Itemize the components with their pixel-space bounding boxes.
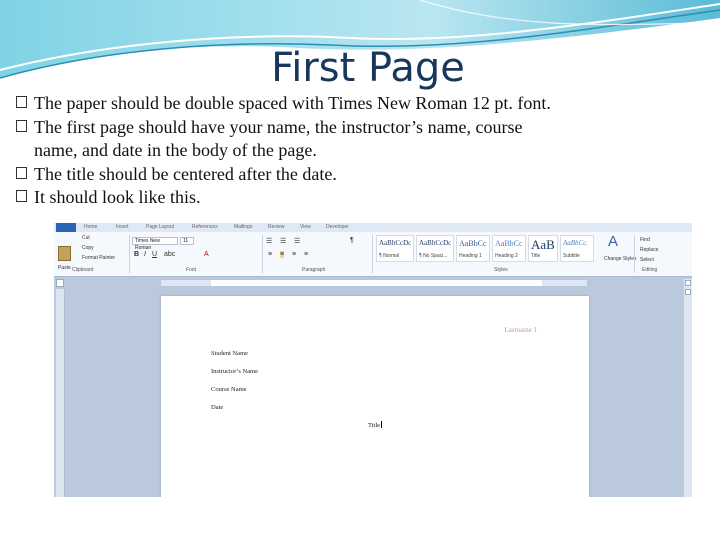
title-text: Title <box>368 422 381 429</box>
style-title[interactable]: AaB Title <box>528 235 558 262</box>
style-preview: AaBbCc. <box>563 239 589 247</box>
checkbox-bullet-icon <box>16 166 27 179</box>
bold-icon[interactable]: B <box>134 251 139 258</box>
clipboard-group-label: Clipboard <box>72 267 94 273</box>
bullet-text: The title should be centered after the d… <box>34 163 337 184</box>
group-divider <box>262 235 263 273</box>
bullets-icon[interactable]: ☰ <box>266 237 272 245</box>
style-name: ¶ Normal <box>379 253 400 259</box>
group-divider <box>634 235 635 273</box>
style-name: ¶ No Spaci... <box>419 253 448 259</box>
style-name: Heading 1 <box>459 253 482 259</box>
style-preview: AaBbCcDc <box>379 239 412 247</box>
select-button[interactable]: Select <box>640 257 654 263</box>
italic-icon[interactable]: I <box>144 251 146 258</box>
title-line: Title <box>368 421 383 429</box>
strikethrough-icon[interactable]: abc <box>164 251 175 258</box>
tab-page-layout[interactable]: Page Layout <box>146 224 174 230</box>
styles-group-label: Styles <box>494 267 508 273</box>
find-button[interactable]: Find <box>640 237 650 243</box>
date-line: Date <box>211 404 224 411</box>
style-heading-1[interactable]: AaBbCc Heading 1 <box>456 235 490 262</box>
style-name: Heading 2 <box>495 253 518 259</box>
paste-icon[interactable] <box>58 246 71 261</box>
font-name-box[interactable]: Times New Roman <box>132 237 178 251</box>
bullet-text: It should look like this. <box>34 187 201 207</box>
bullet-list: The paper should be double spaced with T… <box>16 92 706 210</box>
scroll-up-arrow-icon[interactable] <box>685 280 691 286</box>
bullet-item: The paper should be double spaced with T… <box>16 92 706 116</box>
ruler-margin-right <box>542 280 587 286</box>
checkbox-bullet-icon <box>16 96 27 108</box>
text-cursor <box>381 421 383 428</box>
group-divider <box>372 235 373 273</box>
instructor-name-line: Instructor’s Name <box>211 368 258 375</box>
change-styles-button[interactable]: Change Styles <box>604 256 637 262</box>
replace-button[interactable]: Replace <box>640 247 658 253</box>
tab-references[interactable]: References <box>192 224 218 230</box>
ribbon: Paste Cut Copy Format Painter Clipboard … <box>54 232 692 277</box>
align-left-icon[interactable]: ≡ <box>268 251 272 258</box>
ribbon-tab-bar: Home Insert Page Layout References Maili… <box>54 223 692 232</box>
tab-mailings[interactable]: Mailings <box>234 224 252 230</box>
tab-home[interactable]: Home <box>84 224 97 230</box>
style-subtitle[interactable]: AaBbCc. Subtitle <box>560 235 594 262</box>
student-name-line: Student Name <box>211 350 249 357</box>
vertical-ruler[interactable] <box>56 289 65 497</box>
checkbox-bullet-icon <box>16 119 27 132</box>
style-preview: AaBbCc <box>459 239 487 248</box>
paragraph-group-label: Paragraph <box>302 267 326 273</box>
underline-icon[interactable]: U <box>152 251 157 258</box>
align-right-icon[interactable]: ≡ <box>292 251 296 258</box>
numbering-icon[interactable]: ☰ <box>280 237 286 245</box>
bullet-item: The first page should have your name, th… <box>16 116 706 163</box>
tab-view[interactable]: View <box>300 224 311 230</box>
bullet-text: The paper should be double spaced with T… <box>34 93 551 113</box>
bullet-item: It should look like this. <box>16 186 706 210</box>
font-color-icon[interactable]: A <box>204 251 209 258</box>
file-tab[interactable] <box>56 223 76 232</box>
paste-button[interactable]: Paste <box>58 265 71 271</box>
checkbox-bullet-icon <box>16 190 27 202</box>
bullet-text-continued: name, and date in the body of the page. <box>34 140 317 160</box>
word-screenshot: Home Insert Page Layout References Maili… <box>54 223 692 497</box>
tab-review[interactable]: Review <box>268 224 284 230</box>
vertical-scrollbar[interactable] <box>684 279 692 497</box>
copy-button[interactable]: Copy <box>82 245 94 251</box>
pilcrow-icon[interactable]: ¶ <box>350 237 354 244</box>
course-name-line: Course Name <box>211 386 247 393</box>
style-heading-2[interactable]: AaBbCc Heading 2 <box>492 235 526 262</box>
format-painter-button[interactable]: Format Painter <box>82 255 115 261</box>
tab-insert[interactable]: Insert <box>116 224 129 230</box>
font-size-box[interactable]: 11 <box>180 237 194 245</box>
font-group-label: Font <box>186 267 197 273</box>
group-divider <box>129 235 130 273</box>
ruler-margin-left <box>161 280 211 286</box>
horizontal-ruler[interactable] <box>160 279 588 287</box>
cut-button[interactable]: Cut <box>82 235 90 241</box>
change-styles-icon[interactable]: A <box>608 233 618 250</box>
style-name: Subtitle <box>563 253 580 259</box>
page-header: Lastname 1 <box>504 326 537 334</box>
slide-title: First Page <box>271 45 465 91</box>
style-normal[interactable]: AaBbCcDc ¶ Normal <box>376 235 414 262</box>
style-no-spacing[interactable]: AaBbCcDc ¶ No Spaci... <box>416 235 454 262</box>
tab-developer[interactable]: Developer <box>326 224 349 230</box>
scroll-thumb[interactable] <box>685 289 691 295</box>
editing-group-label: Editing <box>642 267 658 273</box>
align-center-icon[interactable]: ≡ <box>280 251 285 258</box>
justify-icon[interactable]: ≡ <box>304 251 308 258</box>
style-preview: AaB <box>531 237 555 252</box>
bullet-item: The title should be centered after the d… <box>16 163 706 187</box>
document-page[interactable]: Lastname 1 Student Name Instructor’s Nam… <box>161 296 589 497</box>
style-name: Title <box>531 253 541 259</box>
multilevel-list-icon[interactable]: ☰ <box>294 237 300 245</box>
tab-stop-selector[interactable] <box>56 279 64 287</box>
style-preview: AaBbCc <box>495 239 523 248</box>
bullet-text: The first page should have your name, th… <box>34 116 523 137</box>
style-preview: AaBbCcDc <box>419 239 452 247</box>
